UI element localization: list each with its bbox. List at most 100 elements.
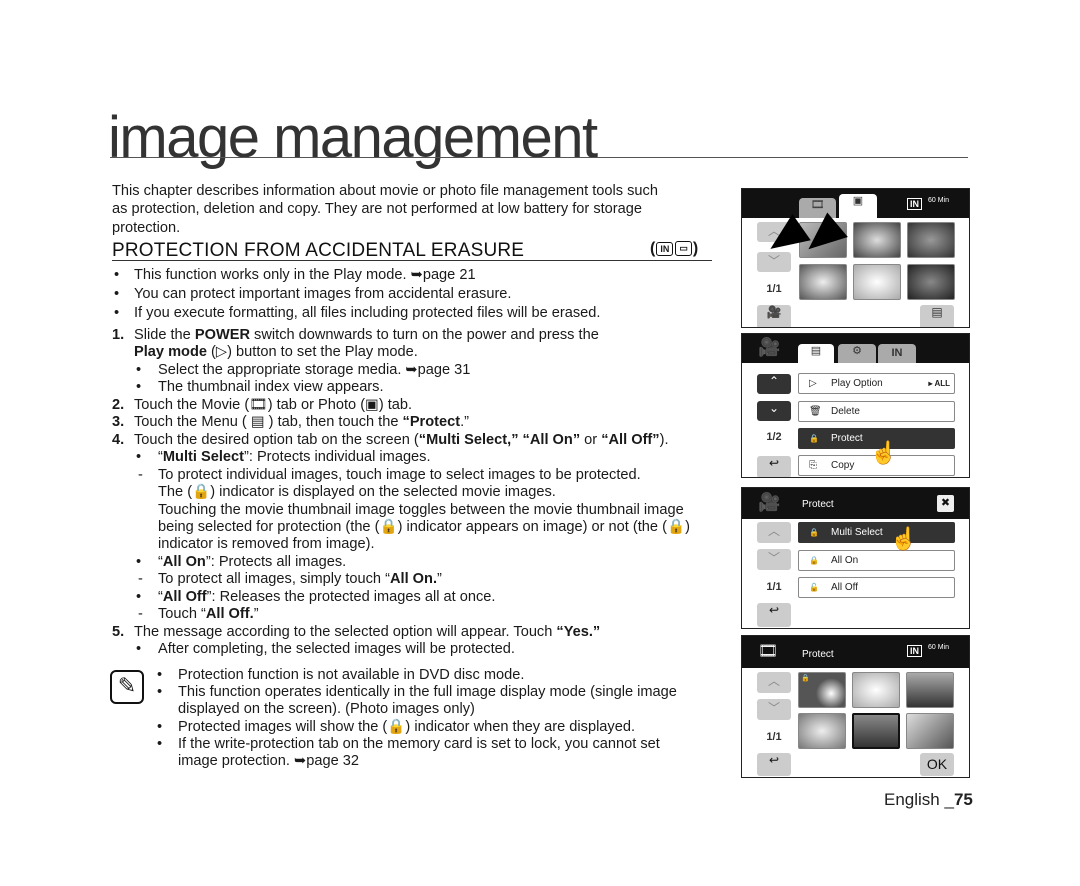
thumbnail[interactable]: [907, 264, 955, 300]
text-line: • You can protect important images from a…: [112, 285, 732, 304]
text-line: • If the write-protection tab on the memo…: [112, 736, 732, 753]
text: Touch “: [158, 606, 206, 623]
text: This function works only in the Play mod…: [134, 267, 476, 283]
text-line: indicator is removed from image).: [112, 536, 732, 553]
back-button[interactable]: ↩: [757, 753, 791, 776]
text: ).: [659, 431, 669, 448]
text-line: 4. Touch the desired option tab on the sc…: [112, 432, 732, 449]
scroll-down-button[interactable]: ﹀: [757, 699, 791, 720]
bold-text: “Yes.”: [556, 623, 601, 640]
menu-item-play-option[interactable]: ▷ Play Option ▸ ALL: [798, 373, 955, 394]
menu-item-label: Delete: [831, 406, 860, 417]
text-line: • After completing, the selected images w…: [112, 641, 732, 658]
text: ”: Protects all images.: [205, 553, 347, 570]
text-line: 2. Touch the Movie (🎞) tab or Photo (▣) t…: [112, 397, 732, 414]
unlock-icon: 🔓: [809, 583, 819, 592]
text: To protect individual images, touch imag…: [158, 466, 641, 483]
text: being selected for protection (the (🔒) i…: [158, 518, 690, 535]
bold-text: “Protect: [402, 414, 461, 431]
page-indicator: 1/1: [766, 283, 782, 295]
option-multi-select[interactable]: 🔒 Multi Select: [798, 522, 955, 543]
text: switch downwards to turn on the power an…: [250, 327, 599, 343]
text-line: as protection, deletion and copy. They a…: [112, 200, 732, 218]
tab-menu[interactable]: ▤: [798, 344, 834, 363]
mode-icons: (IN ▭): [650, 240, 699, 257]
thumbnail[interactable]: [799, 264, 847, 300]
camcorder-icon: 🎥: [758, 492, 781, 512]
tab-storage[interactable]: IN: [878, 344, 916, 363]
bold-text: All Off.: [205, 606, 254, 623]
text: The (🔒) indicator is displayed on the se…: [158, 484, 556, 501]
bold-text: “Multi Select,” “All On”: [418, 431, 581, 448]
tab-settings[interactable]: ⚙: [838, 344, 876, 363]
section-heading: PROTECTION FROM ACCIDENTAL ERASURE: [112, 240, 525, 261]
screen-header: 🎞 ▣ IN 60 Min: [742, 189, 969, 218]
scroll-up-button[interactable]: ︿: [757, 672, 791, 693]
bold-text: Multi Select: [162, 449, 244, 466]
list-marker: •: [157, 684, 163, 701]
option-all-off[interactable]: 🔓 All Off: [798, 577, 955, 598]
bold-text: All On.: [389, 571, 437, 588]
text-line: • Select the appropriate storage media. ➥…: [112, 362, 732, 379]
text-line: Play mode (▷) button to set the Play mod…: [112, 344, 732, 361]
text: Select the appropriate storage media. ➥p…: [158, 361, 471, 378]
thumbnail-protected[interactable]: 🔒: [798, 672, 846, 708]
thumbnail[interactable]: [906, 672, 954, 708]
bold-text: All Off: [162, 588, 207, 605]
lock-icon: 🔒: [801, 675, 810, 682]
text: After completing, the selected images wi…: [158, 641, 515, 658]
text: You can protect important images from ac…: [134, 286, 512, 302]
tab-photo[interactable]: ▣: [839, 194, 877, 218]
text: Protected images will show the (🔒) indic…: [178, 718, 636, 735]
thumbnail[interactable]: [906, 713, 954, 749]
back-button[interactable]: ↩: [757, 456, 791, 477]
text: This chapter describes information about…: [112, 183, 658, 199]
text: ”: Releases the protected images all at …: [206, 588, 496, 605]
text-line: • This function operates identically in t…: [112, 684, 732, 701]
option-label: All On: [831, 555, 859, 566]
text: .”: [460, 414, 470, 431]
ok-button[interactable]: OK: [920, 753, 954, 776]
list-marker: •: [114, 267, 120, 283]
text: Touch the desired option tab on the scre…: [134, 431, 419, 448]
scroll-up-button[interactable]: ⌃: [757, 374, 791, 394]
screen-title: Protect: [802, 499, 834, 510]
lock-check-icon: 🔒: [809, 528, 819, 537]
thumbnail[interactable]: [853, 264, 901, 300]
option-label: All Off: [831, 582, 859, 593]
thumbnail[interactable]: [907, 222, 955, 258]
thumbnail[interactable]: [853, 222, 901, 258]
text: The message according to the selected op…: [134, 623, 557, 640]
text-line: being selected for protection (the (🔒) i…: [112, 519, 732, 536]
scroll-up-button[interactable]: ︿: [757, 522, 791, 543]
text: If you execute formatting, all files inc…: [134, 305, 601, 321]
option-label: Multi Select: [831, 527, 883, 538]
screen-protect-select: 🎞 Protect IN 60 Min ︿ ﹀ 1/1 ↩ OK 🔒: [741, 635, 970, 778]
tab-movie[interactable]: 🎞: [799, 198, 836, 218]
thumbnail-selected[interactable]: [852, 713, 900, 749]
page-indicator: 1/1: [766, 581, 782, 593]
text-line: • Protected images will show the (🔒) indi…: [112, 719, 732, 736]
menu-item-delete[interactable]: 🗑 Delete: [798, 401, 955, 422]
list-marker: 5.: [112, 623, 125, 640]
close-button[interactable]: ✖: [937, 495, 954, 512]
text-line: - Touch “All Off.”: [112, 606, 732, 623]
text: This function operates identically in th…: [178, 684, 677, 701]
text-line: - To protect individual images, touch ima…: [112, 467, 732, 484]
thumbnail[interactable]: [852, 672, 900, 708]
text: Touch the Movie (🎞) tab or Photo (▣) tab…: [134, 396, 413, 413]
list-marker: •: [114, 305, 120, 321]
movie-mode-button[interactable]: 🎥: [757, 305, 791, 327]
list-marker: •: [136, 553, 142, 570]
text: ”: Protects individual images.: [243, 449, 431, 466]
text: as protection, deletion and copy. They a…: [112, 201, 642, 218]
internal-memory-icon: IN: [656, 241, 674, 256]
text-line: • “Multi Select”: Protects individual ima…: [112, 449, 732, 466]
thumbnail[interactable]: [798, 713, 846, 749]
trash-icon: 🗑: [809, 406, 822, 417]
back-button[interactable]: ↩: [757, 603, 791, 627]
menu-button[interactable]: ▤: [920, 305, 954, 327]
option-all-on[interactable]: 🔒 All On: [798, 550, 955, 571]
scroll-down-button[interactable]: ⌄: [757, 401, 791, 421]
scroll-down-button[interactable]: ﹀: [757, 549, 791, 570]
